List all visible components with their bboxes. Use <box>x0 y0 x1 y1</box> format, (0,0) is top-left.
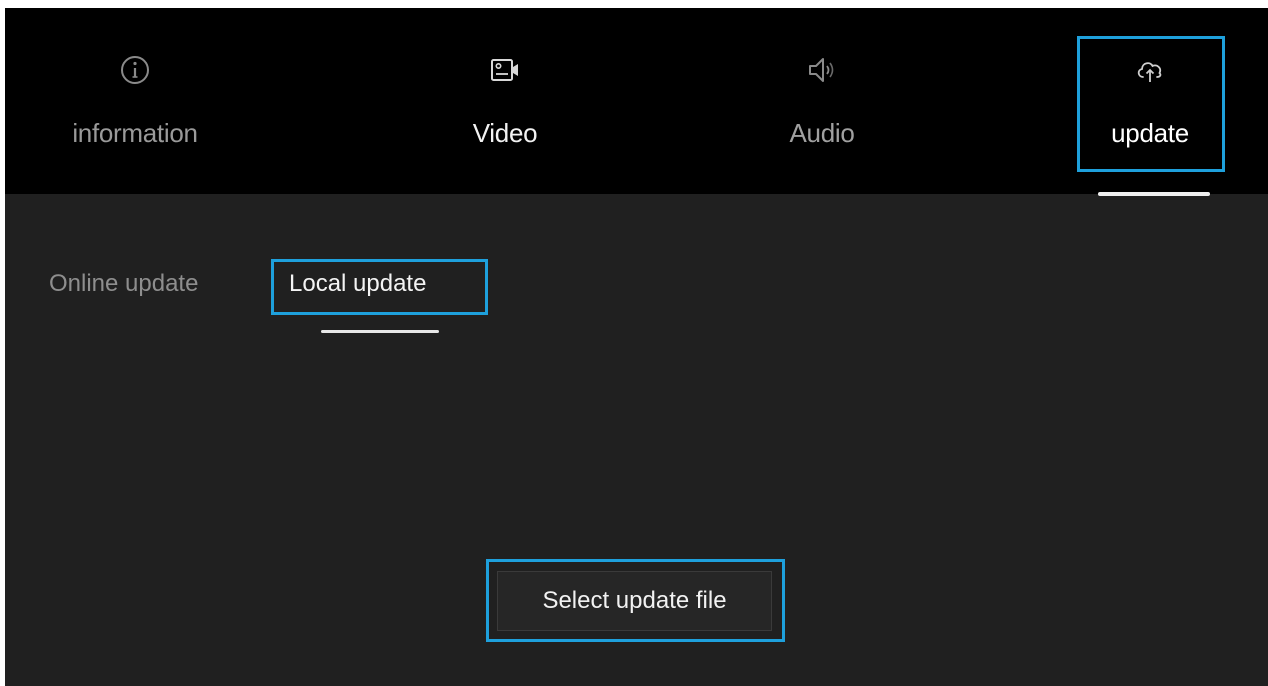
subtab-online-update[interactable]: Online update <box>49 270 198 298</box>
local-update-underline <box>321 330 439 333</box>
speaker-icon <box>809 58 834 82</box>
tab-audio-label: Audio <box>789 118 855 148</box>
select-file-highlight <box>486 559 785 642</box>
tab-audio[interactable]: Audio <box>722 8 922 194</box>
tab-information[interactable]: information <box>35 8 235 194</box>
tab-information-label: information <box>72 118 198 148</box>
update-tab-highlight <box>1077 36 1225 172</box>
tab-video-label: Video <box>472 118 538 148</box>
local-update-highlight <box>271 259 488 315</box>
update-tab-underline <box>1098 192 1210 196</box>
info-icon <box>121 56 149 84</box>
tab-video[interactable]: Video <box>405 8 605 194</box>
settings-screen: information Video Audio update Online up… <box>5 8 1268 686</box>
video-camera-icon <box>491 59 518 81</box>
